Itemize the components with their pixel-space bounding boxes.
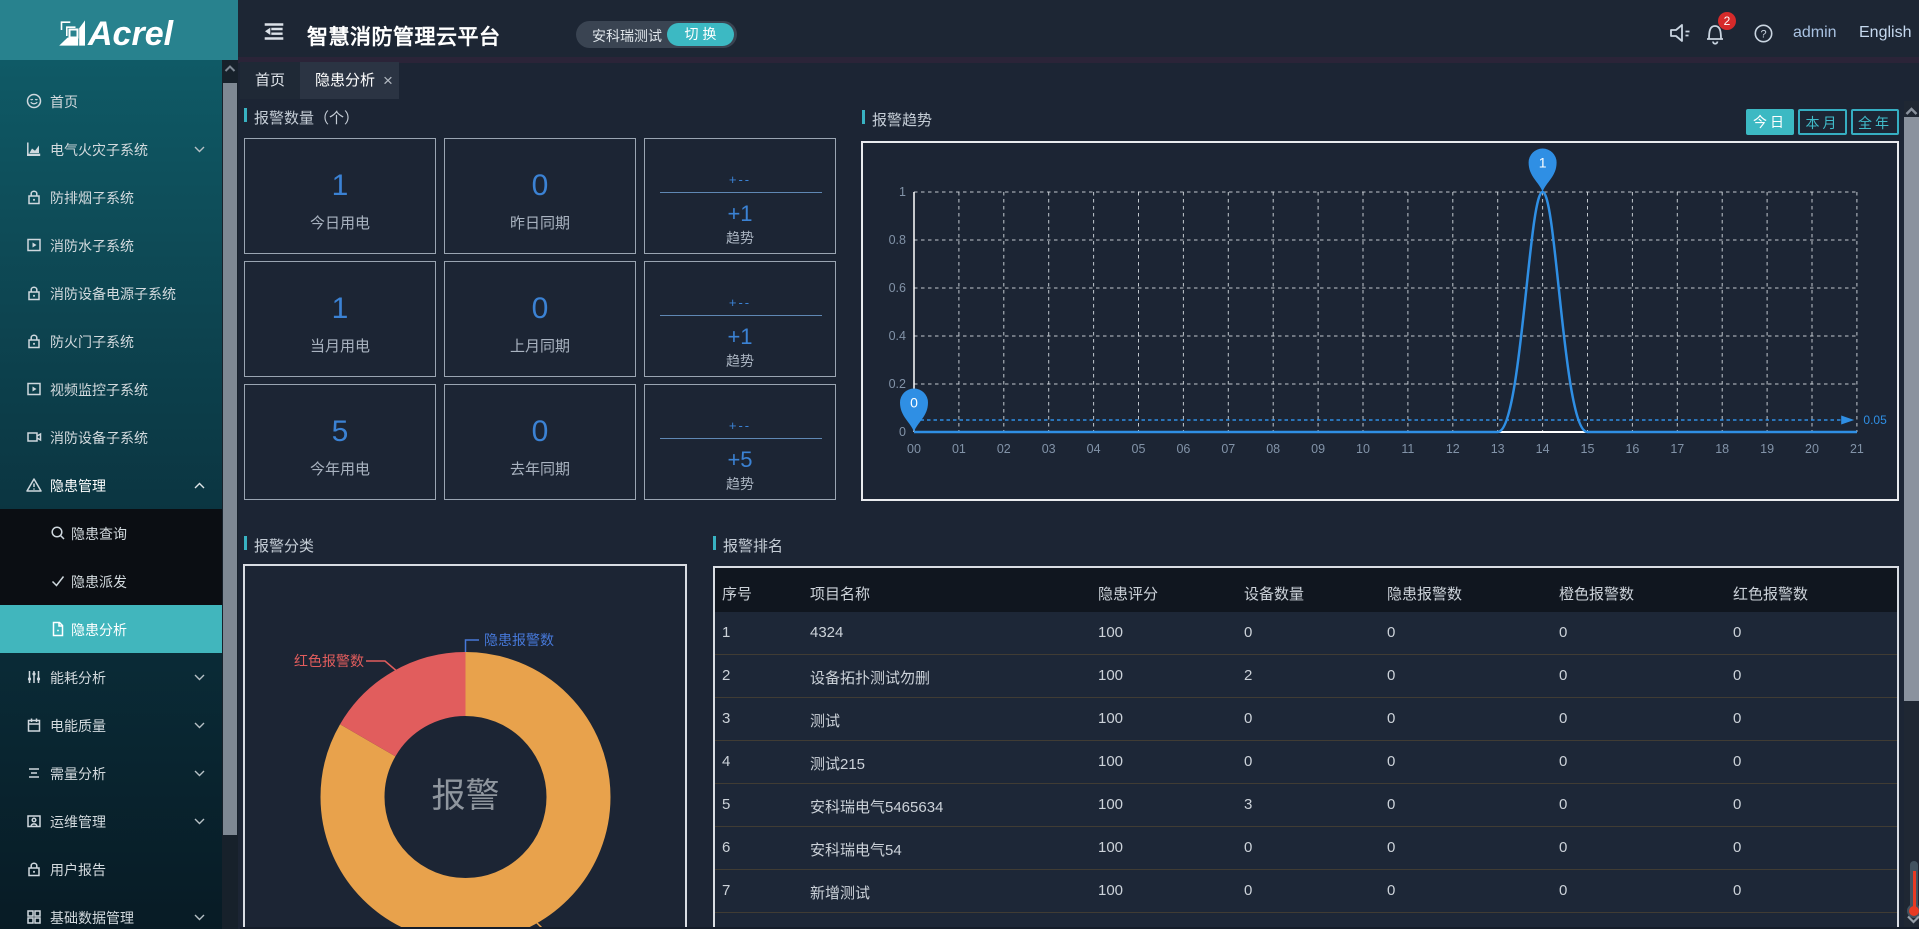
- svg-text:隐患报警数: 隐患报警数: [484, 632, 554, 648]
- svg-text:00: 00: [907, 442, 921, 456]
- svg-text:0: 0: [910, 395, 918, 411]
- svg-text:03: 03: [1042, 442, 1056, 456]
- svg-text:19: 19: [1760, 442, 1774, 456]
- svg-text:20: 20: [1805, 442, 1819, 456]
- svg-text:10: 10: [1356, 442, 1370, 456]
- svg-text:08: 08: [1266, 442, 1280, 456]
- svg-text:1: 1: [899, 185, 906, 199]
- svg-text:11: 11: [1401, 442, 1414, 456]
- svg-text:0.4: 0.4: [889, 329, 906, 343]
- svg-text:15: 15: [1581, 442, 1595, 456]
- svg-text:0.2: 0.2: [889, 377, 906, 391]
- svg-text:0.6: 0.6: [889, 281, 906, 295]
- svg-text:Acrel: Acrel: [87, 18, 175, 48]
- svg-text:红色报警数: 红色报警数: [294, 653, 364, 669]
- svg-text:?: ?: [1760, 29, 1766, 41]
- svg-text:13: 13: [1491, 442, 1505, 456]
- svg-text:0: 0: [899, 425, 906, 439]
- svg-text:0.05: 0.05: [1863, 413, 1887, 427]
- svg-text:1: 1: [1539, 155, 1547, 171]
- svg-text:14: 14: [1536, 442, 1550, 456]
- svg-text:报警: 报警: [431, 777, 499, 815]
- svg-text:01: 01: [952, 442, 966, 456]
- svg-text:07: 07: [1221, 442, 1235, 456]
- svg-text:18: 18: [1715, 442, 1729, 456]
- svg-text:02: 02: [997, 442, 1011, 456]
- svg-text:12: 12: [1446, 442, 1460, 456]
- svg-text:09: 09: [1311, 442, 1325, 456]
- svg-text:06: 06: [1176, 442, 1190, 456]
- svg-text:05: 05: [1132, 442, 1146, 456]
- svg-text:0.8: 0.8: [889, 233, 906, 247]
- svg-text:21: 21: [1850, 442, 1864, 456]
- svg-text:17: 17: [1670, 442, 1684, 456]
- svg-text:04: 04: [1087, 442, 1101, 456]
- svg-text:16: 16: [1625, 442, 1639, 456]
